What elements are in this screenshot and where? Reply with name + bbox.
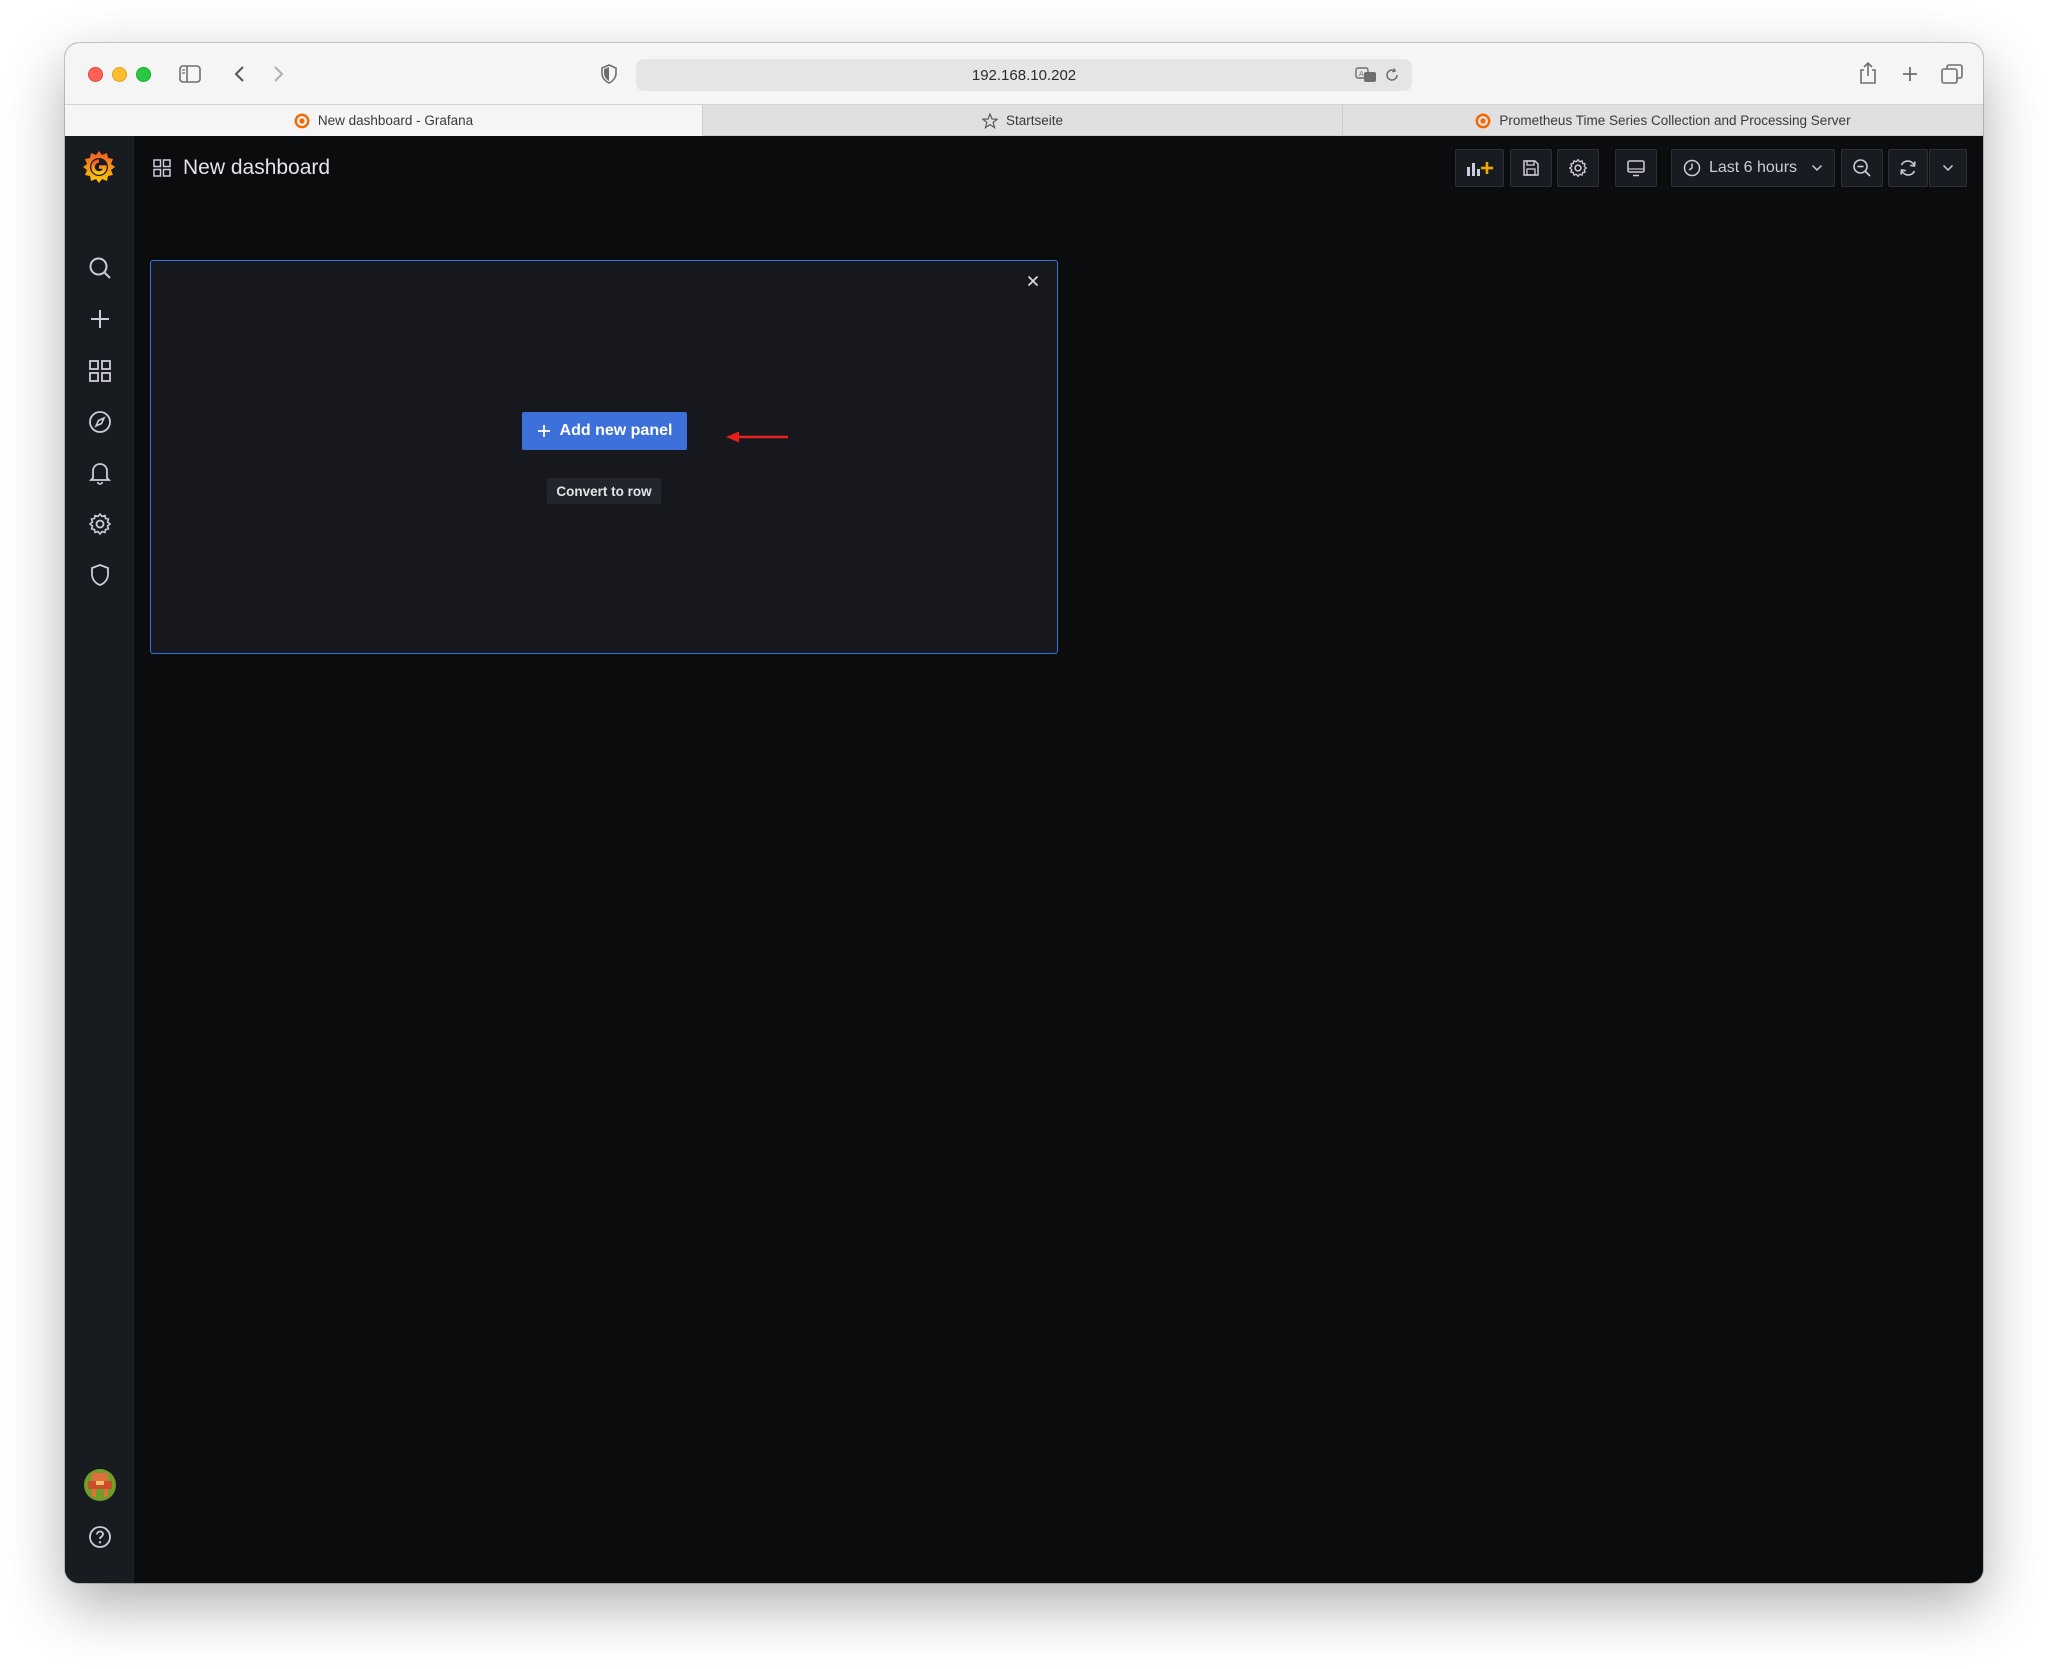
dashboards-icon[interactable]	[85, 356, 115, 386]
annotation-arrow	[726, 431, 788, 443]
translate-icon[interactable]: A	[1354, 65, 1378, 85]
page-title: New dashboard	[183, 156, 331, 179]
close-icon[interactable]	[1023, 271, 1043, 291]
tab-bar: New dashboard - Grafana Startseite Prome…	[65, 104, 1983, 136]
new-tab-icon[interactable]	[1897, 61, 1923, 87]
address-bar[interactable]: 192.168.10.202 A	[636, 59, 1412, 91]
tab-overview-icon[interactable]	[1939, 61, 1965, 87]
plus-icon	[537, 424, 551, 438]
close-window-button[interactable]	[88, 67, 103, 82]
dashboard-grid-icon	[153, 159, 171, 177]
refresh-button[interactable]	[1888, 149, 1928, 187]
tv-mode-button[interactable]	[1615, 149, 1657, 187]
save-icon	[1522, 159, 1540, 177]
shield-icon[interactable]	[85, 560, 115, 590]
convert-to-row-button[interactable]: Convert to row	[547, 478, 661, 504]
browser-window: 192.168.10.202 A New dashboard - Grafana	[65, 43, 1983, 1583]
forward-icon[interactable]	[266, 61, 292, 87]
zoom-out-button[interactable]	[1841, 149, 1883, 187]
url-text: 192.168.10.202	[971, 66, 1077, 84]
avatar[interactable]	[84, 1469, 116, 1501]
convert-to-row-label: Convert to row	[556, 483, 652, 499]
share-icon[interactable]	[1855, 59, 1881, 87]
sidebar-toggle-icon[interactable]	[177, 61, 203, 87]
dashboard-header: New dashboard Last 6 hours	[134, 136, 1983, 200]
grafana-app: New dashboard Last 6 hours Add new panel…	[65, 136, 1983, 1583]
tab-label: Startseite	[1005, 113, 1064, 128]
dashboard-settings-button[interactable]	[1557, 149, 1599, 187]
help-icon[interactable]	[85, 1522, 115, 1552]
bell-icon[interactable]	[85, 458, 115, 488]
monitor-icon	[1626, 159, 1646, 177]
refresh-interval-dropdown[interactable]	[1929, 149, 1967, 187]
star-icon	[981, 112, 998, 129]
add-panel-toolbar-button[interactable]	[1455, 149, 1504, 187]
add-new-panel-label: Add new panel	[559, 422, 673, 439]
search-icon[interactable]	[85, 253, 115, 283]
privacy-shield-icon[interactable]	[596, 61, 622, 87]
refresh-icon	[1898, 158, 1918, 178]
tab-prometheus[interactable]: Prometheus Time Series Collection and Pr…	[1343, 105, 1983, 136]
time-range-label: Last 6 hours	[1708, 159, 1798, 176]
tab-grafana-dashboard[interactable]: New dashboard - Grafana	[65, 105, 703, 136]
plus-icon[interactable]	[85, 304, 115, 334]
explore-icon[interactable]	[85, 407, 115, 437]
grafana-logo-icon[interactable]	[80, 148, 118, 186]
back-icon[interactable]	[226, 61, 252, 87]
add-panel-chart-icon	[1466, 159, 1494, 177]
save-dashboard-button[interactable]	[1510, 149, 1552, 187]
chevron-down-icon	[1811, 164, 1823, 172]
gear-icon[interactable]	[85, 509, 115, 539]
browser-toolbar: 192.168.10.202 A	[65, 43, 1983, 104]
tab-label: Prometheus Time Series Collection and Pr…	[1499, 113, 1851, 128]
grafana-favicon-icon	[294, 112, 310, 129]
gear-icon	[1568, 158, 1588, 178]
side-menu	[65, 136, 134, 1583]
svg-text:A: A	[1359, 70, 1364, 78]
minimize-window-button[interactable]	[112, 67, 127, 82]
add-panel-widget: Add new panel Convert to row	[150, 260, 1058, 654]
clock-icon	[1683, 159, 1701, 177]
reload-icon[interactable]	[1382, 65, 1402, 85]
tab-startseite[interactable]: Startseite	[703, 105, 1343, 136]
grafana-favicon-icon	[1475, 112, 1492, 129]
zoom-out-icon	[1852, 158, 1872, 178]
add-new-panel-button[interactable]: Add new panel	[522, 412, 687, 450]
zoom-window-button[interactable]	[136, 67, 151, 82]
chevron-down-icon	[1942, 164, 1954, 172]
tab-label: New dashboard - Grafana	[317, 113, 474, 128]
time-range-picker[interactable]: Last 6 hours	[1671, 149, 1835, 187]
